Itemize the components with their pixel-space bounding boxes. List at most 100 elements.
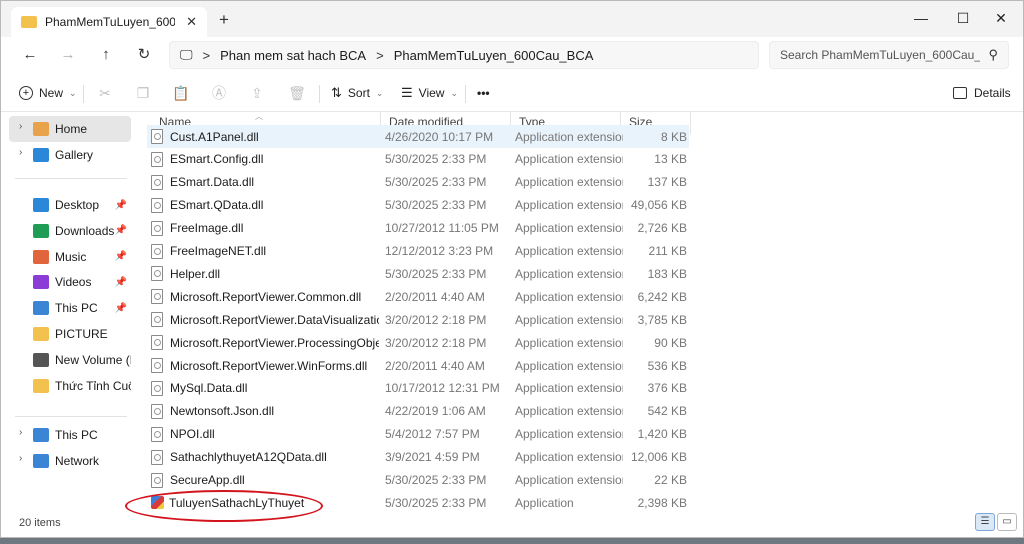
file-name: FreeImage.dll	[170, 221, 244, 236]
chevron-down-icon: ⌄	[450, 87, 458, 98]
address-bar[interactable]: 🖵 > Phan mem sat hach BCA > PhamMemTuLuy…	[169, 41, 759, 69]
maximize-button[interactable]: ☐	[943, 5, 983, 31]
rename-icon[interactable]: Ⓐ	[209, 83, 229, 103]
file-name-cell: Microsoft.ReportViewer.DataVisualization…	[151, 312, 379, 328]
tab-current[interactable]: PhamMemTuLuyen_600Cau_BCA ✕	[11, 7, 207, 37]
drive-icon	[33, 428, 49, 442]
sidebar-item-desktop[interactable]: Desktop 📌	[9, 192, 131, 218]
chevron-down-icon: ⌄	[69, 87, 77, 98]
pin-icon[interactable]: 📌	[115, 200, 127, 211]
details-view-button[interactable]: ☰	[975, 513, 995, 531]
sidebar-item-downloads[interactable]: Downloads 📌	[9, 218, 131, 244]
sidebar-item-home[interactable]: › Home	[9, 116, 131, 142]
table-row[interactable]: FreeImage.dll 10/27/2012 11:05 PM Applicat…	[147, 217, 689, 240]
table-row[interactable]: ESmart.Config.dll 5/30/2025 2:33 PM Applic…	[147, 148, 689, 171]
new-tab-button[interactable]: +	[219, 10, 229, 30]
breadcrumb-item[interactable]: Phan mem sat hach BCA	[220, 48, 366, 63]
search-input[interactable]: Search PhamMemTuLuyen_600Cau_BCA ⚲	[769, 41, 1009, 69]
table-row[interactable]: Helper.dll 5/30/2025 2:33 PM Application e…	[147, 262, 689, 285]
sidebar-item-this-pc[interactable]: › This PC	[9, 422, 131, 448]
file-type: Application extension	[515, 427, 623, 442]
table-row[interactable]: Microsoft.ReportViewer.ProcessingObjectM…	[147, 331, 689, 354]
file-name: Cust.A1Panel.dll	[170, 129, 259, 144]
file-name-cell: SathachlythuyetA12QData.dll	[151, 449, 379, 465]
sidebar-item-this-pc[interactable]: This PC 📌	[9, 295, 131, 321]
cut-icon[interactable]: ✂	[95, 83, 115, 103]
file-size: 12,006 KB	[630, 450, 687, 465]
back-icon[interactable]: ←	[19, 44, 41, 66]
sidebar-item-new-volume-d-[interactable]: New Volume (D:)	[9, 347, 131, 373]
pin-icon[interactable]: 📌	[115, 303, 127, 314]
highlight-annotation	[125, 490, 323, 522]
file-size: 8 KB	[660, 129, 687, 144]
navigation-bar: ← → ↑ ↻ 🖵 > Phan mem sat hach BCA > Pham…	[1, 37, 1023, 73]
forward-icon[interactable]: →	[57, 44, 79, 66]
file-type: Application extension	[515, 175, 623, 190]
dll-file-icon	[151, 289, 163, 305]
table-row[interactable]: ESmart.QData.dll 5/30/2025 2:33 PM Applica…	[147, 194, 689, 217]
file-size: 90 KB	[654, 335, 687, 350]
share-icon[interactable]: ⇪	[247, 83, 267, 103]
view-button[interactable]: ☰ View ⌄	[401, 83, 458, 103]
folder-icon	[21, 16, 37, 28]
sidebar-item-label: Gallery	[55, 148, 94, 162]
table-row[interactable]: SathachlythuyetA12QData.dll 3/9/2021 4:59…	[147, 446, 689, 469]
table-row[interactable]: Newtonsoft.Json.dll 4/22/2019 1:06 AM Appl…	[147, 400, 689, 423]
pin-icon[interactable]: 📌	[115, 251, 127, 262]
details-pane-icon	[953, 87, 967, 99]
breadcrumb-item[interactable]: PhamMemTuLuyen_600Cau_BCA	[394, 48, 594, 63]
expand-icon[interactable]: ›	[19, 453, 22, 464]
sidebar-item-th-c-t-nh-cu-c-i[interactable]: Thức Tỉnh Cuộc Đời	[9, 373, 131, 399]
file-size: 536 KB	[647, 358, 687, 373]
table-row[interactable]: MySql.Data.dll 10/17/2012 12:31 PM Applica…	[147, 377, 689, 400]
table-row[interactable]: FreeImageNET.dll 12/12/2012 3:23 PM Applic…	[147, 240, 689, 263]
paste-icon[interactable]: 📋	[171, 83, 191, 103]
expand-icon[interactable]: ›	[19, 427, 22, 438]
sidebar-item-network[interactable]: › Network	[9, 448, 131, 474]
table-row[interactable]: Microsoft.ReportViewer.WinForms.dll 2/20/…	[147, 354, 689, 377]
file-date: 5/30/2025 2:33 PM	[385, 175, 487, 190]
dll-file-icon	[151, 266, 163, 282]
tiles-view-button[interactable]: ▭	[997, 513, 1017, 531]
table-row[interactable]: ESmart.Data.dll 5/30/2025 2:33 PM Applicat…	[147, 171, 689, 194]
sidebar-item-music[interactable]: Music 📌	[9, 244, 131, 270]
file-size: 2,398 KB	[637, 495, 687, 510]
sort-button[interactable]: ⇅ Sort ⌄	[331, 83, 383, 103]
sidebar-item-label: This PC	[55, 428, 98, 442]
delete-icon[interactable]: 🗑	[287, 83, 307, 103]
file-name: MySql.Data.dll	[170, 381, 248, 396]
more-options-button[interactable]: •••	[477, 83, 490, 103]
expand-icon[interactable]: ›	[19, 121, 22, 132]
expand-icon[interactable]: ›	[19, 147, 22, 158]
dll-file-icon	[151, 312, 163, 328]
pin-icon[interactable]: 📌	[115, 277, 127, 288]
gallery-icon	[33, 148, 49, 162]
sidebar-item-gallery[interactable]: › Gallery	[9, 142, 131, 168]
details-label: Details	[974, 86, 1011, 100]
divider	[83, 85, 84, 103]
new-button[interactable]: + New ⌄	[19, 83, 77, 103]
up-icon[interactable]: ↑	[95, 44, 117, 66]
file-type: Application extension	[515, 335, 623, 350]
folder-icon	[33, 275, 49, 290]
sidebar-item-picture[interactable]: PICTURE	[9, 321, 131, 347]
table-row[interactable]: NPOI.dll 5/4/2012 7:57 PM Application exte…	[147, 423, 689, 446]
tab-close-icon[interactable]: ✕	[186, 14, 197, 30]
minimize-button[interactable]: —	[901, 5, 941, 31]
copy-icon[interactable]: ❐	[133, 83, 153, 103]
pin-icon[interactable]: 📌	[115, 225, 127, 236]
sidebar-item-videos[interactable]: Videos 📌	[9, 269, 131, 295]
dll-file-icon	[151, 243, 163, 259]
sidebar-item-label: Videos	[55, 275, 92, 290]
table-row[interactable]: SecureApp.dll 5/30/2025 2:33 PM Applicatio…	[147, 469, 689, 492]
refresh-icon[interactable]: ↻	[133, 44, 155, 66]
close-window-button[interactable]: ✕	[981, 5, 1021, 31]
details-pane-button[interactable]: Details	[953, 83, 1011, 103]
search-icon: ⚲	[988, 47, 998, 62]
table-row[interactable]: Cust.A1Panel.dll 4/26/2020 10:17 PM Applic…	[147, 125, 689, 148]
file-date: 3/20/2012 2:18 PM	[385, 335, 487, 350]
plus-icon: +	[19, 86, 33, 100]
table-row[interactable]: Microsoft.ReportViewer.Common.dll 2/20/20…	[147, 285, 689, 308]
table-row[interactable]: Microsoft.ReportViewer.DataVisualization…	[147, 308, 689, 331]
file-name-cell: FreeImage.dll	[151, 220, 379, 236]
